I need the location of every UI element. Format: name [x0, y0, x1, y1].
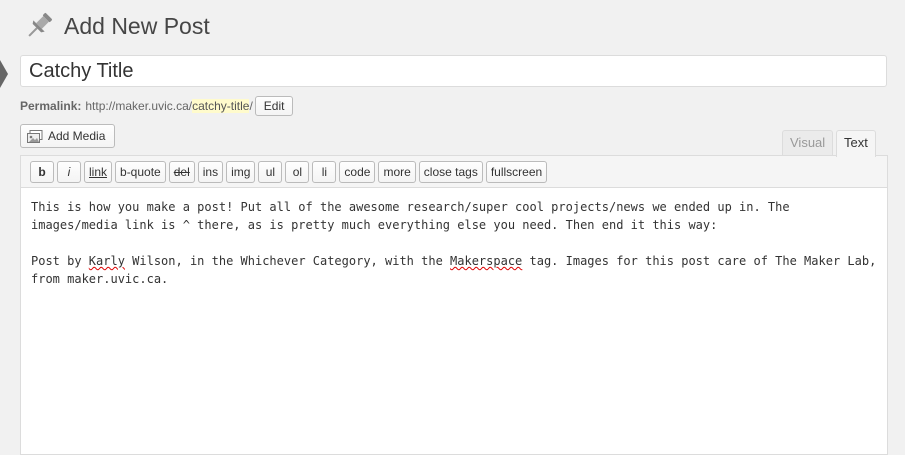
ul-button[interactable]: ul [258, 160, 283, 183]
ins-button[interactable]: ins [197, 160, 224, 183]
link-button[interactable]: link [84, 160, 113, 183]
ol-button[interactable]: ol [285, 160, 310, 183]
permalink-row: Permalink: http://maker.uvic.ca/catchy-t… [20, 96, 294, 116]
sidebar-collapse-arrow [0, 60, 8, 88]
content-text: Post by [31, 254, 89, 268]
quicktags-toolbar: b i link b-quote del ins img ul ol li co… [21, 156, 887, 188]
close-tags-button[interactable]: close tags [418, 160, 483, 183]
misspelled-word: Makerspace [450, 254, 523, 268]
img-button[interactable]: img [226, 160, 256, 183]
code-button[interactable]: code [339, 160, 376, 183]
blockquote-button[interactable]: b-quote [115, 160, 166, 183]
permalink-trail: / [249, 99, 253, 113]
post-editor: b i link b-quote del ins img ul ol li co… [20, 155, 888, 455]
content-paragraph-2: Post by Karly Wilson, in the Whichever C… [31, 254, 884, 286]
misspelled-word: Karly [88, 254, 125, 268]
post-content-textarea[interactable]: This is how you make a post! Put all of … [21, 188, 887, 298]
add-media-button[interactable]: Add Media [20, 124, 116, 148]
more-button[interactable]: more [378, 160, 416, 183]
permalink-slug[interactable]: catchy-title [192, 99, 250, 113]
page-title: Add New Post [64, 12, 210, 39]
post-title-input[interactable] [21, 56, 886, 86]
pushpin-icon [22, 9, 56, 43]
li-button[interactable]: li [312, 160, 337, 183]
permalink-base: http://maker.uvic.ca/ [85, 99, 193, 113]
tab-text[interactable]: Text [836, 130, 876, 157]
italic-button[interactable]: i [57, 160, 81, 183]
del-button[interactable]: del [168, 160, 195, 183]
content-text: Wilson, in the Whichever Category, with … [124, 254, 451, 268]
content-paragraph-1: This is how you make a post! Put all of … [31, 200, 797, 232]
post-title-field[interactable] [20, 55, 887, 87]
bold-button[interactable]: b [30, 160, 54, 183]
add-media-label: Add Media [48, 129, 106, 143]
fullscreen-button[interactable]: fullscreen [485, 160, 548, 183]
page-header: Add New Post [22, 8, 210, 44]
tab-visual[interactable]: Visual [782, 130, 834, 156]
permalink-label: Permalink: [20, 99, 82, 113]
media-icon [27, 129, 43, 143]
edit-permalink-button[interactable]: Edit [254, 96, 294, 116]
